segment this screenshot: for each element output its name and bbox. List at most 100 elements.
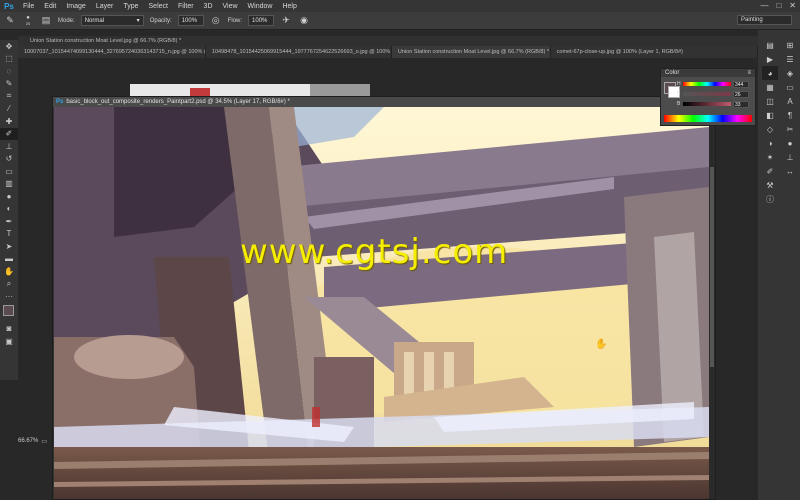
gradient-icon[interactable]: ▥ bbox=[0, 178, 18, 191]
menu-layer[interactable]: Layer bbox=[91, 3, 119, 10]
quick-select-icon[interactable]: ✎ bbox=[0, 78, 18, 91]
more-tools-icon[interactable]: ··· bbox=[0, 290, 18, 303]
tab-doc-4[interactable]: comet-67p-close-up.jpg @ 100% (Layer 1, … bbox=[550, 46, 758, 58]
channels-icon[interactable]: ◧ bbox=[762, 108, 778, 122]
timeline-icon[interactable]: ▭ bbox=[782, 80, 798, 94]
menu-image[interactable]: Image bbox=[61, 3, 90, 10]
hand-icon[interactable]: ✋ bbox=[0, 265, 18, 278]
saturation-value[interactable]: 26 bbox=[733, 91, 749, 98]
menu-edit[interactable]: Edit bbox=[39, 3, 61, 10]
close-button[interactable]: ✕ bbox=[789, 1, 796, 10]
status-bar: 66.67% ▭ bbox=[18, 436, 52, 446]
back-doc-titlebar[interactable]: Union Station construction Moat Level.jp… bbox=[18, 36, 758, 46]
adjustments-icon[interactable]: ◑ bbox=[762, 136, 778, 150]
color-panel-header[interactable]: Color ≡ bbox=[661, 69, 755, 77]
character-icon[interactable]: A bbox=[782, 94, 798, 108]
opacity-pressure-icon[interactable]: ◎ bbox=[210, 15, 222, 27]
status-menu-icon[interactable]: ▭ bbox=[41, 438, 47, 445]
menu-3d[interactable]: 3D bbox=[199, 3, 218, 10]
mode-label: Mode: bbox=[58, 17, 75, 24]
hue-slider[interactable] bbox=[683, 82, 731, 86]
document-titlebar[interactable]: Ps basic_block_out_composite_renders_Pai… bbox=[53, 97, 715, 107]
opacity-label: Opacity: bbox=[149, 17, 172, 24]
maximize-button[interactable]: □ bbox=[776, 1, 781, 10]
menu-help[interactable]: Help bbox=[277, 3, 301, 10]
options-bar: ✎ ● 20 ▤ Mode: Normal ▾ Opacity: 100% ◎ Fl… bbox=[0, 12, 800, 30]
menu-type[interactable]: Type bbox=[118, 3, 143, 10]
hue-value[interactable]: 344 bbox=[733, 81, 749, 88]
sphere-icon[interactable]: ● bbox=[782, 136, 798, 150]
foreground-color-swatch[interactable] bbox=[3, 304, 14, 316]
swatches-icon[interactable]: ▦ bbox=[762, 80, 778, 94]
brightness-value[interactable]: 33 bbox=[733, 101, 749, 108]
type-icon[interactable]: T bbox=[0, 228, 18, 241]
brush-size-icon[interactable]: ● 20 bbox=[22, 15, 34, 27]
brush-panel-icon[interactable]: ▤ bbox=[40, 15, 52, 27]
lasso-icon[interactable]: ◌ bbox=[0, 65, 18, 78]
3d-icon[interactable]: ◈ bbox=[782, 66, 798, 80]
opacity-input[interactable]: 100% bbox=[177, 15, 204, 26]
history-brush-icon[interactable]: ↺ bbox=[0, 153, 18, 166]
info-icon[interactable]: ⓘ bbox=[762, 192, 778, 206]
brush-preset-icon[interactable]: ✎ bbox=[4, 15, 16, 27]
zoom-level[interactable]: 66.67% bbox=[18, 438, 38, 444]
saturation-slider[interactable] bbox=[683, 92, 731, 96]
menu-window[interactable]: Window bbox=[243, 3, 278, 10]
airbrush-icon[interactable]: ✈ bbox=[280, 15, 292, 27]
paragraph-icon[interactable]: ¶ bbox=[782, 108, 798, 122]
color-spectrum-ramp[interactable] bbox=[664, 115, 752, 122]
mode-select[interactable]: Normal ▾ bbox=[80, 15, 144, 26]
palette-icon[interactable]: ◕ bbox=[762, 66, 778, 80]
minimize-button[interactable]: — bbox=[760, 1, 768, 10]
healing-icon[interactable]: ✚ bbox=[0, 115, 18, 128]
crop-icon[interactable]: ⌗ bbox=[0, 90, 18, 103]
clone-source-icon[interactable]: ⊥ bbox=[782, 150, 798, 164]
tab-doc-2[interactable]: 10498478_10154425069915444_1977767254622… bbox=[205, 46, 392, 58]
marquee-icon[interactable]: ⬚ bbox=[0, 53, 18, 66]
properties-icon[interactable]: ☰ bbox=[782, 52, 798, 66]
screen-mode-icon[interactable]: ▣ bbox=[0, 335, 18, 348]
measure-icon[interactable]: ↔ bbox=[782, 164, 798, 178]
painting-canvas[interactable] bbox=[54, 107, 709, 499]
flow-input[interactable]: 100% bbox=[248, 15, 275, 26]
eraser-icon[interactable]: ▭ bbox=[0, 165, 18, 178]
scrollbar-thumb[interactable] bbox=[710, 167, 714, 367]
tools-panel: ✥ ⬚ ◌ ✎ ⌗ ⁄ ✚ ✐ ⊥ ↺ ▭ ▥ ● ◐ ✒ T ➤ ▬ ✋ ⌕ … bbox=[0, 40, 18, 380]
brightness-slider[interactable] bbox=[683, 102, 731, 106]
dock-column-2: ⊞ ☰ ◈ ▭ A ¶ ✂ ● ⊥ ↔ bbox=[782, 38, 798, 178]
menu-view[interactable]: View bbox=[218, 3, 243, 10]
workspace-switcher[interactable]: Painting bbox=[737, 15, 792, 25]
tab-doc-3[interactable]: Union Station construction Moat Level.jp… bbox=[391, 46, 551, 58]
tab-doc-1[interactable]: 10007037_10154474099130444_3276957240363… bbox=[18, 46, 206, 58]
pen-icon[interactable]: ✒ bbox=[0, 215, 18, 228]
layers-icon[interactable]: ◫ bbox=[762, 94, 778, 108]
back-doc-title: Union Station construction Moat Level.jp… bbox=[30, 38, 182, 44]
styles-icon[interactable]: ✶ bbox=[762, 150, 778, 164]
path-select-icon[interactable]: ➤ bbox=[0, 240, 18, 253]
blur-icon[interactable]: ● bbox=[0, 190, 18, 203]
menu-filter[interactable]: Filter bbox=[173, 3, 199, 10]
stamp-icon[interactable]: ⊥ bbox=[0, 140, 18, 153]
brush-icon[interactable]: ✐ bbox=[0, 127, 18, 140]
paths-icon[interactable]: ◇ bbox=[762, 122, 778, 136]
menu-select[interactable]: Select bbox=[144, 3, 173, 10]
right-panel-dock: ▤ ▶ ◕ ▦ ◫ ◧ ◇ ◑ ✶ ✐ ⚒ ⓘ ⊞ ☰ ◈ ▭ A ¶ ✂ ● … bbox=[758, 30, 800, 500]
shape-icon[interactable]: ▬ bbox=[0, 253, 18, 266]
menu-file[interactable]: File bbox=[18, 3, 39, 10]
vertical-scrollbar[interactable] bbox=[709, 107, 715, 499]
dodge-icon[interactable]: ◐ bbox=[0, 203, 18, 216]
panel-menu-icon[interactable]: ≡ bbox=[747, 70, 751, 76]
brush-presets-icon[interactable]: ✐ bbox=[762, 164, 778, 178]
quick-mask-icon[interactable]: ◙ bbox=[0, 323, 18, 336]
navigator-icon[interactable]: ⊞ bbox=[782, 38, 798, 52]
tool-presets-icon[interactable]: ⚒ bbox=[762, 178, 778, 192]
color-swatches[interactable] bbox=[0, 303, 18, 323]
zoom-icon[interactable]: ⌕ bbox=[0, 278, 18, 291]
size-pressure-icon[interactable]: ◉ bbox=[298, 15, 310, 27]
actions-icon[interactable]: ▶ bbox=[762, 52, 778, 66]
scissor-icon[interactable]: ✂ bbox=[782, 122, 798, 136]
mode-value: Normal bbox=[84, 17, 105, 24]
move-icon[interactable]: ✥ bbox=[0, 40, 18, 53]
history-icon[interactable]: ▤ bbox=[762, 38, 778, 52]
eyedropper-icon[interactable]: ⁄ bbox=[0, 103, 18, 116]
